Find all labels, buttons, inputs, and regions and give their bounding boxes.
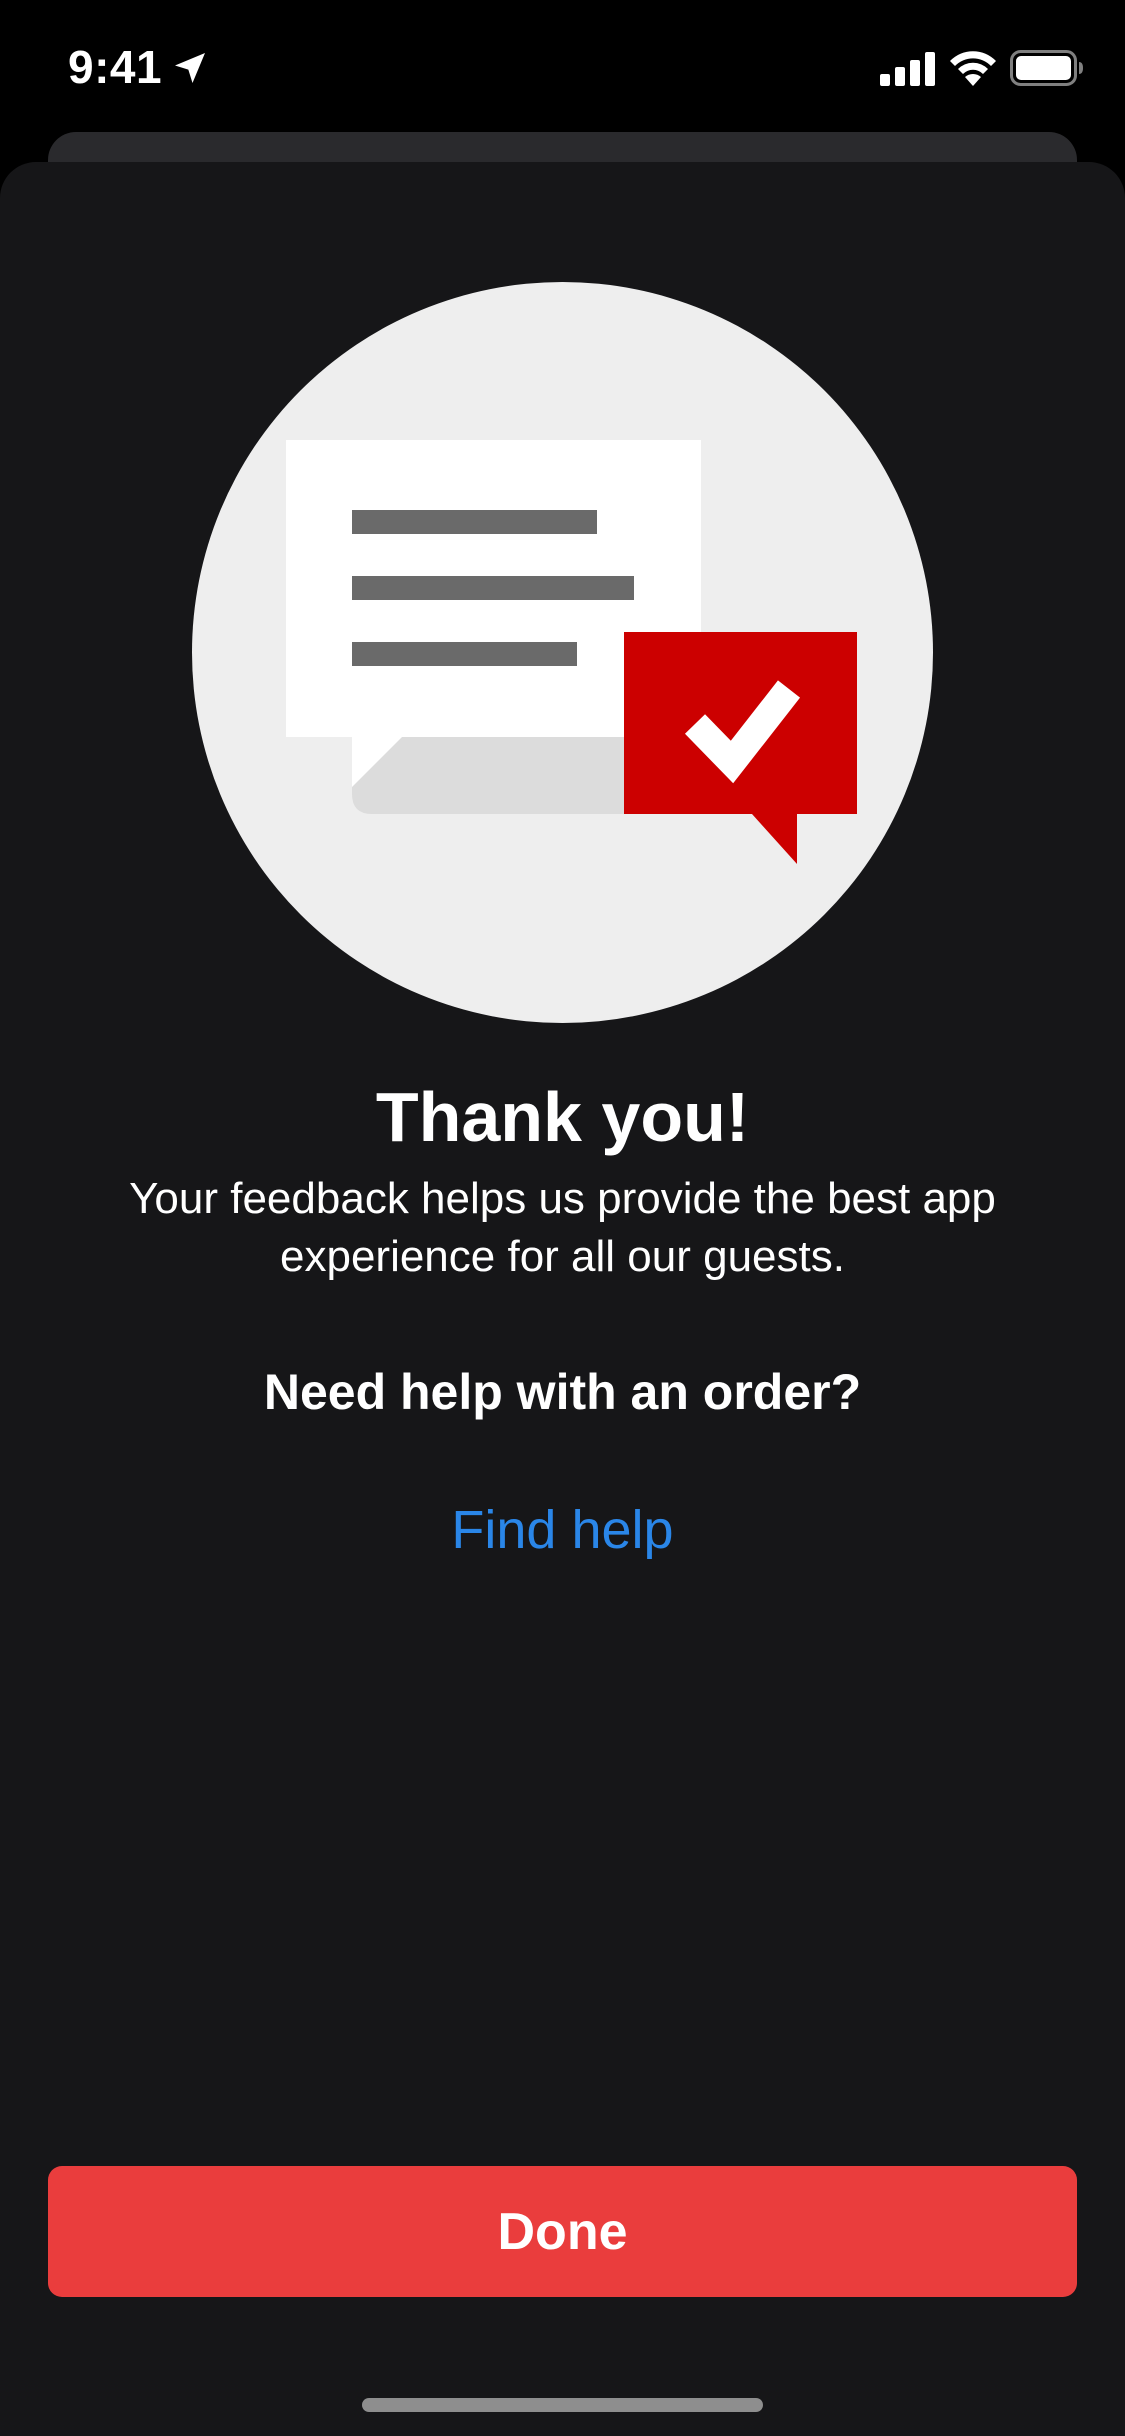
status-bar: 9:41 [0, 0, 1125, 132]
status-time: 9:41 [68, 41, 163, 93]
find-help-container: Find help [0, 1495, 1125, 1565]
done-button[interactable]: Done [48, 2166, 1077, 2297]
thank-you-title: Thank you! [375, 1078, 750, 1156]
location-arrow-icon [175, 53, 205, 83]
feedback-chat-check-icon [192, 282, 933, 1023]
feedback-subtitle: Your feedback helps us provide the best … [129, 1174, 996, 1281]
battery-icon [1010, 50, 1083, 86]
help-heading: Need help with an order? [263, 1364, 862, 1420]
cellular-signal-icon [880, 52, 935, 86]
home-indicator [362, 2398, 763, 2412]
wifi-icon [950, 51, 996, 86]
find-help-link[interactable]: Find help [451, 1500, 673, 1560]
